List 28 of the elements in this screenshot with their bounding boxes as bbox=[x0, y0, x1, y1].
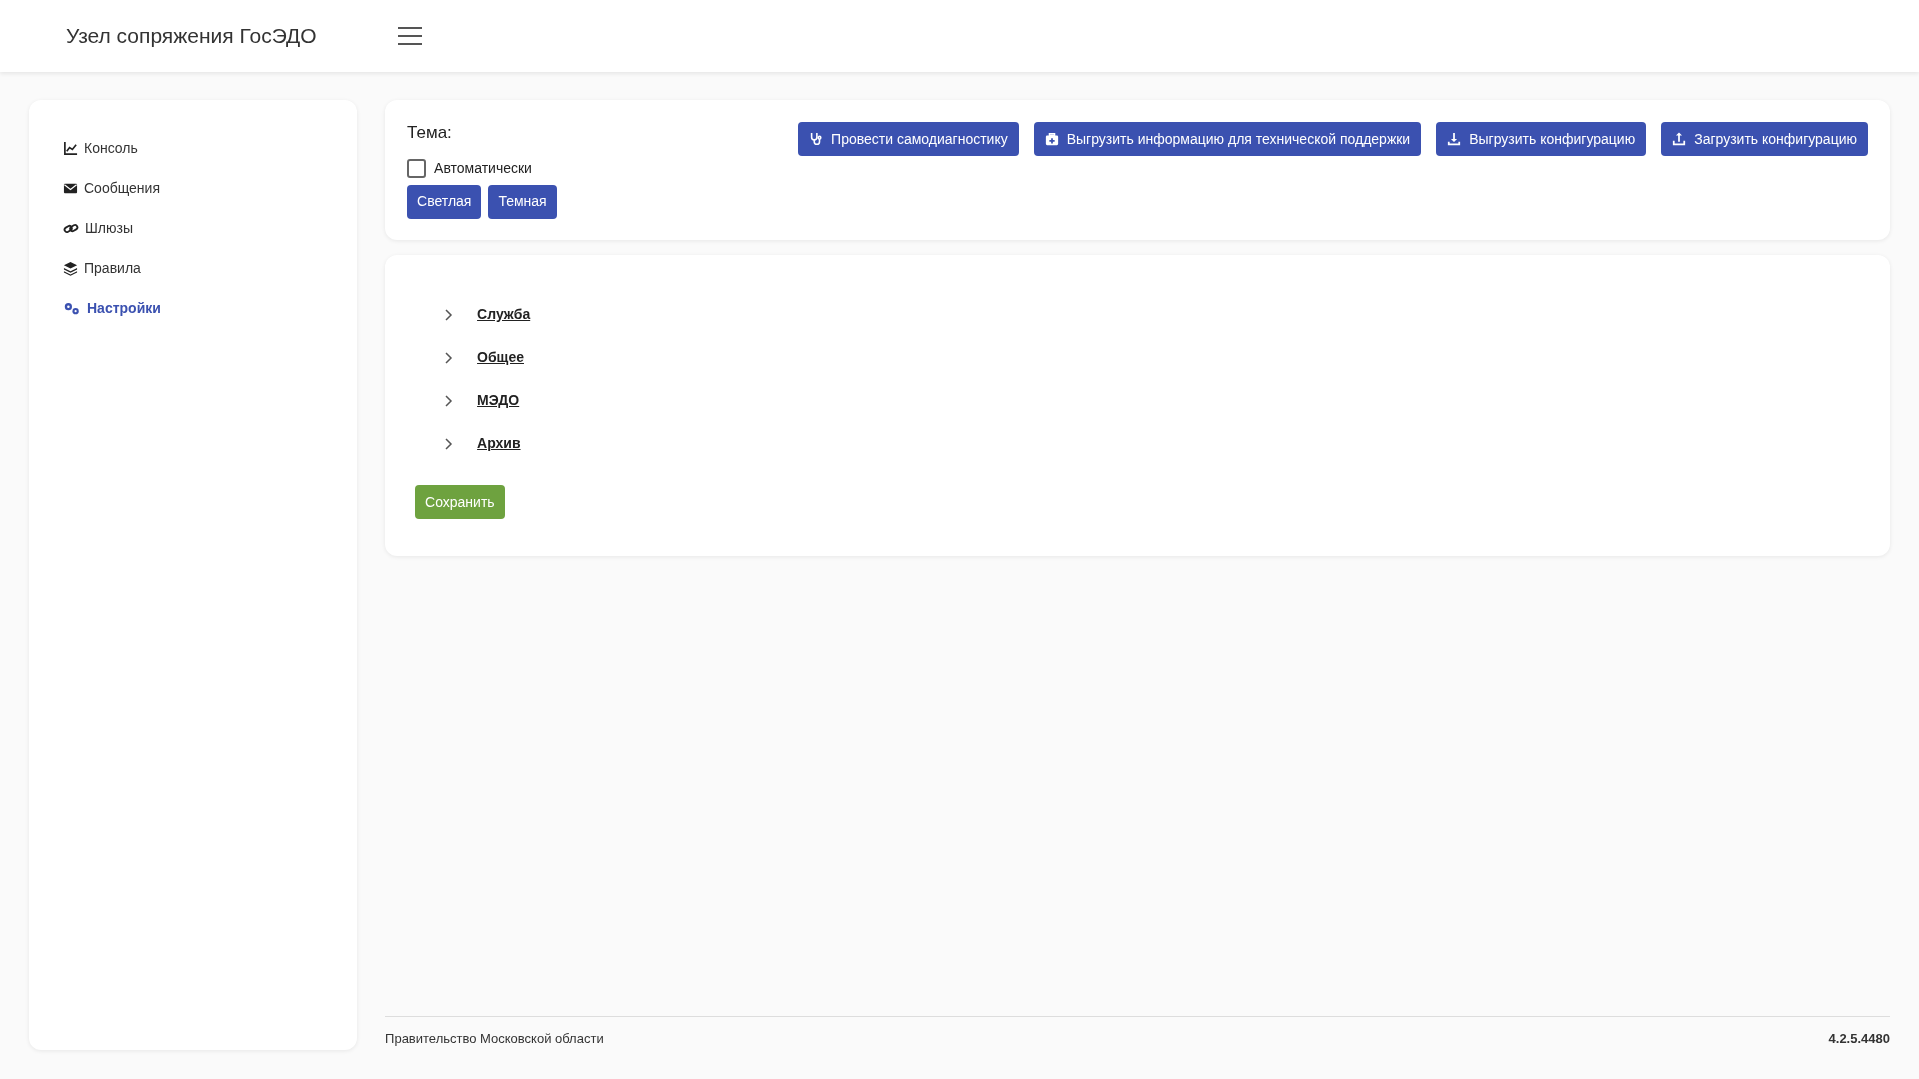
medkit-icon bbox=[1044, 132, 1059, 146]
auto-checkbox[interactable] bbox=[407, 158, 427, 178]
section-link[interactable]: Архив bbox=[477, 433, 521, 454]
stethoscope-icon bbox=[809, 132, 824, 146]
checkbox-label: Автоматически bbox=[434, 158, 532, 178]
action-button[interactable]: Выгрузить информацию для технической поддержки bbox=[1033, 122, 1422, 156]
download-icon bbox=[1447, 132, 1462, 146]
sidebar-item[interactable]: Консоль bbox=[63, 136, 138, 160]
footer-organization: Правительство Московской области bbox=[385, 1029, 604, 1048]
action-button[interactable]: Загрузить конфигурацию bbox=[1661, 122, 1868, 156]
layers-icon bbox=[63, 260, 78, 276]
version-label: 4.2.5.4480 bbox=[1828, 1029, 1890, 1048]
theme-label: Тема: bbox=[407, 122, 453, 144]
theme-button[interactable]: Темная bbox=[488, 184, 557, 219]
sidebar-item[interactable]: Шлюзы bbox=[63, 216, 133, 240]
sidebar-item[interactable]: Настройки bbox=[63, 296, 161, 320]
section-link[interactable]: Служба bbox=[477, 304, 531, 325]
app-title: Узел сопряжения ГосЭДО bbox=[66, 23, 318, 50]
sidebar-item[interactable]: Сообщения bbox=[63, 176, 160, 200]
menu-icon[interactable] bbox=[398, 27, 422, 45]
chart-icon bbox=[63, 140, 78, 156]
sidebar-item[interactable]: Правила bbox=[63, 256, 141, 280]
section-link[interactable]: Общее bbox=[477, 347, 524, 368]
action-button[interactable]: Провести самодиагностику bbox=[798, 122, 1019, 156]
upload-icon bbox=[1672, 132, 1687, 146]
action-button[interactable]: Выгрузить конфигурацию bbox=[1436, 122, 1647, 156]
section-link[interactable]: МЭДО bbox=[477, 390, 520, 411]
theme-button[interactable]: Светлая bbox=[407, 184, 482, 219]
